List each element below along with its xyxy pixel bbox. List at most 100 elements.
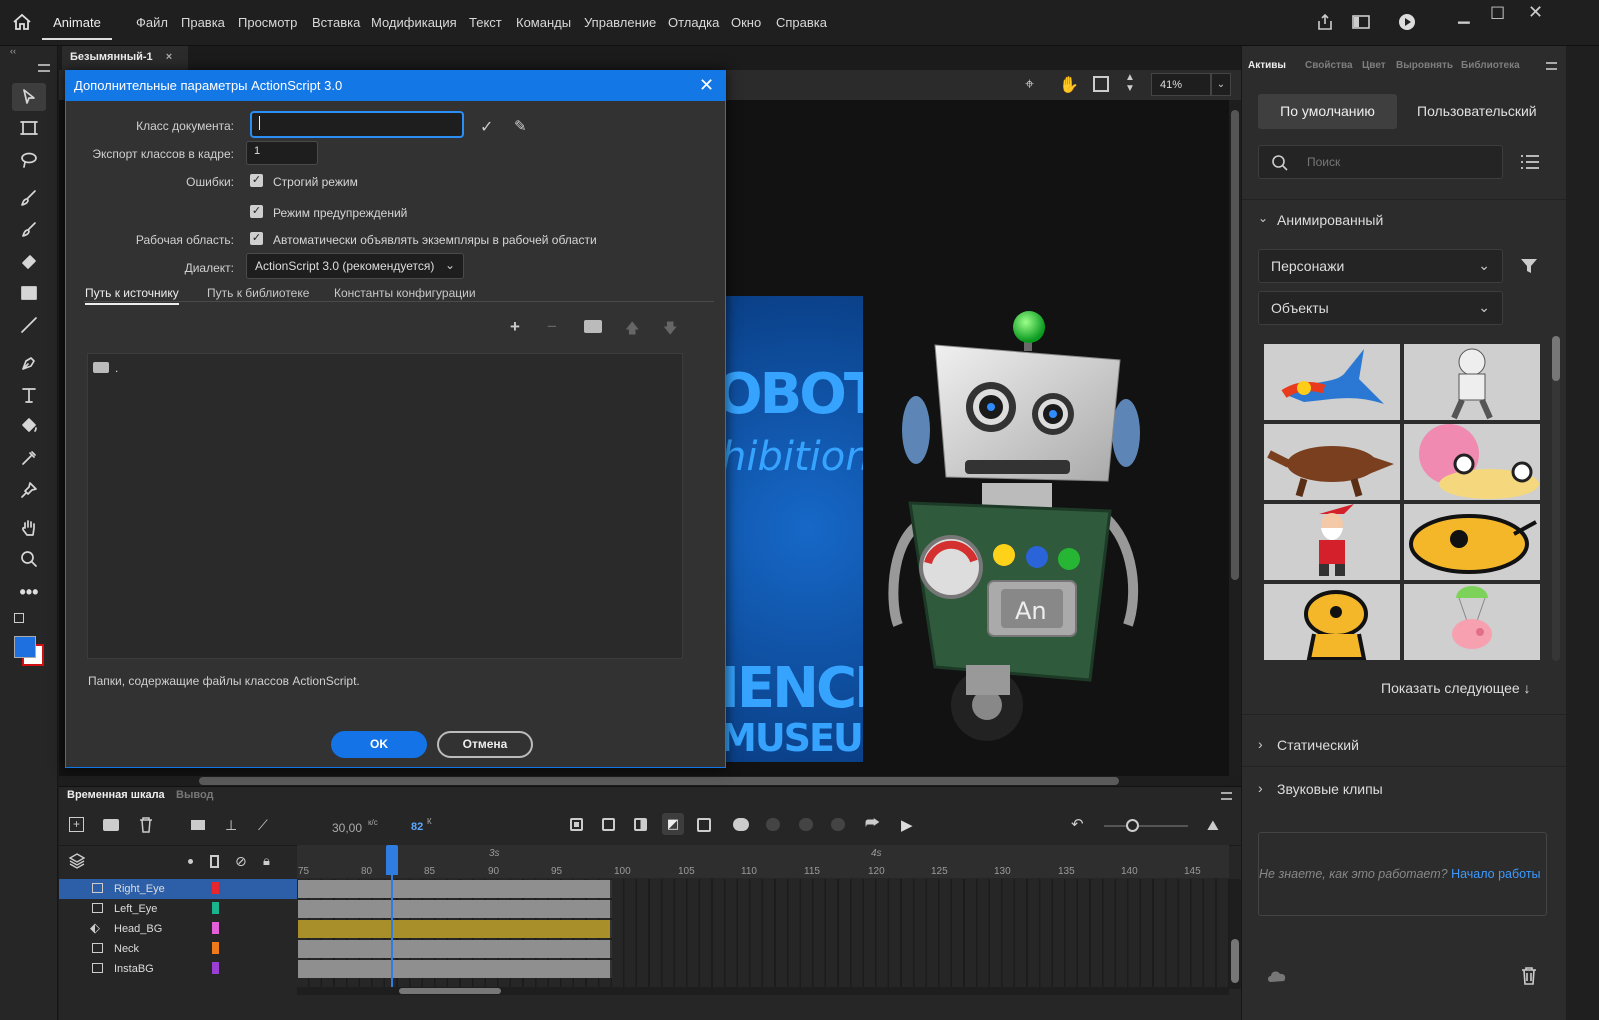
- asset-thumb-pig-parachute[interactable]: [1404, 584, 1540, 660]
- sound-chevron-right-icon[interactable]: ›: [1258, 780, 1263, 796]
- camera-icon[interactable]: [191, 820, 205, 830]
- asset-thumb-parrot[interactable]: [1264, 344, 1400, 420]
- layer-color-swatch[interactable]: [212, 902, 219, 914]
- section-animated[interactable]: Анимированный: [1277, 212, 1383, 228]
- brush-tool-icon[interactable]: [12, 216, 46, 244]
- menu-help[interactable]: Справка: [776, 15, 827, 30]
- menu-text[interactable]: Текст: [469, 15, 502, 30]
- dialog-close-icon[interactable]: ✕: [699, 75, 714, 96]
- workspace-icon[interactable]: [1352, 14, 1370, 33]
- hide-eye-icon[interactable]: ⊘: [235, 853, 247, 870]
- auto-keyframe-icon[interactable]: ◩: [662, 813, 684, 835]
- layer-row-instabg[interactable]: InstaBG: [59, 959, 297, 979]
- layer-color-swatch[interactable]: [212, 942, 219, 954]
- move-up-icon[interactable]: 🡅: [625, 318, 639, 342]
- browse-folder-icon[interactable]: [584, 320, 602, 333]
- getting-started-link[interactable]: Начало работы: [1451, 867, 1540, 881]
- menu-commands[interactable]: Команды: [516, 15, 571, 30]
- assets-search-input[interactable]: Поиск: [1258, 145, 1503, 179]
- tab-source-path[interactable]: Путь к источнику: [85, 286, 179, 305]
- assets-scrollbar[interactable]: [1552, 336, 1560, 661]
- delete-layer-icon[interactable]: [139, 817, 153, 836]
- warnings-mode-checkbox[interactable]: ✓: [250, 205, 263, 218]
- lock-icon[interactable]: 🔒︎: [263, 853, 270, 869]
- current-frame[interactable]: 82: [411, 821, 423, 833]
- timeline-hscrollbar[interactable]: [297, 987, 1229, 995]
- cloud-upload-icon[interactable]: [1266, 968, 1288, 987]
- menu-edit[interactable]: Правка: [181, 15, 225, 30]
- blank-keyframe-icon[interactable]: [602, 818, 615, 831]
- frame-span[interactable]: [298, 960, 612, 978]
- mode-default-button[interactable]: По умолчанию: [1258, 94, 1397, 129]
- maximize-icon[interactable]: ☐: [1490, 4, 1505, 24]
- tab-assets[interactable]: Активы: [1248, 60, 1286, 71]
- frame-icon[interactable]: [634, 818, 647, 831]
- loop-icon[interactable]: ⮫: [865, 815, 880, 833]
- new-layer-icon[interactable]: +: [69, 817, 84, 832]
- minimize-icon[interactable]: ▁: [1458, 6, 1470, 24]
- tab-library[interactable]: Библиотека: [1461, 60, 1520, 71]
- asset-thumb-santa[interactable]: [1264, 504, 1400, 580]
- menu-insert[interactable]: Вставка: [312, 15, 360, 30]
- timeline-menu-icon[interactable]: [1221, 792, 1232, 800]
- snap-icon[interactable]: ⌖: [1025, 76, 1034, 94]
- layer-name[interactable]: Head_BG: [114, 923, 162, 935]
- selection-tool-icon[interactable]: [12, 83, 46, 111]
- zoom-dropdown-chevron-icon[interactable]: ⌄: [1211, 73, 1231, 96]
- validate-checkmark-icon[interactable]: ✓: [480, 117, 493, 137]
- tab-timeline[interactable]: Временная шкала: [67, 789, 165, 801]
- timeline-vscrollbar[interactable]: [1229, 879, 1241, 989]
- zoom-slider[interactable]: [1104, 819, 1188, 832]
- layer-row-neck[interactable]: Neck: [59, 939, 297, 959]
- show-more-link[interactable]: Показать следующее ↓: [1381, 680, 1531, 696]
- collapse-chevron-icon[interactable]: ‹‹: [10, 46, 16, 56]
- asset-thumb-dog-sitting[interactable]: [1264, 584, 1400, 660]
- frame-ruler[interactable]: [297, 845, 1229, 878]
- rotate-stage-icon[interactable]: ✋: [1059, 75, 1079, 95]
- section-static[interactable]: Статический: [1277, 737, 1359, 753]
- close-tab-icon[interactable]: ×: [166, 51, 172, 63]
- center-stage-icon[interactable]: ▲ ▼: [1125, 72, 1135, 94]
- zoom-field[interactable]: 41%: [1151, 73, 1211, 96]
- document-tab[interactable]: Безымянный-1 ×: [62, 46, 188, 70]
- close-window-icon[interactable]: ✕: [1528, 2, 1543, 23]
- tab-align[interactable]: Выровнять: [1396, 60, 1453, 71]
- clip-stage-icon[interactable]: [1093, 76, 1109, 92]
- frame-span[interactable]: [298, 900, 612, 918]
- layer-name[interactable]: Left_Eye: [114, 903, 157, 915]
- asset-thumb-mummy[interactable]: [1404, 344, 1540, 420]
- stage-hscroll-thumb[interactable]: [199, 777, 1119, 785]
- robot-illustration[interactable]: An: [880, 305, 1150, 745]
- line-tool-icon[interactable]: [12, 311, 46, 339]
- hand-tool-icon[interactable]: [12, 514, 46, 542]
- export-frame-input[interactable]: 1: [246, 141, 318, 165]
- static-chevron-right-icon[interactable]: ›: [1258, 736, 1263, 752]
- add-path-icon[interactable]: +: [510, 317, 520, 337]
- section-sound-clips[interactable]: Звуковые клипы: [1277, 781, 1383, 797]
- menu-window[interactable]: Окно: [731, 15, 761, 30]
- rectangle-tool-icon[interactable]: [12, 279, 46, 307]
- test-movie-icon[interactable]: [1398, 13, 1416, 34]
- timeline-hscroll-thumb[interactable]: [399, 988, 501, 994]
- layer-row-right-eye[interactable]: Right_Eye: [59, 879, 297, 899]
- lasso-tool-icon[interactable]: [12, 146, 46, 174]
- asset-thumb-dog-running[interactable]: [1404, 504, 1540, 580]
- tab-config-constants[interactable]: Константы конфигурации: [334, 286, 476, 300]
- highlight-dot-icon[interactable]: [188, 859, 193, 864]
- panel-options-icon[interactable]: [1546, 62, 1557, 70]
- share-icon[interactable]: [1316, 13, 1334, 34]
- remove-frame-icon[interactable]: [697, 818, 711, 832]
- layer-name[interactable]: Neck: [114, 943, 139, 955]
- mode-custom-button[interactable]: Пользовательский: [1417, 103, 1537, 119]
- asset-thumb-snail[interactable]: [1404, 424, 1540, 500]
- frame-span[interactable]: [298, 940, 612, 958]
- graph-icon[interactable]: ⟋: [258, 817, 268, 834]
- pen-tool-icon[interactable]: [12, 349, 46, 377]
- asset-thumb-wolf[interactable]: [1264, 424, 1400, 500]
- menu-control[interactable]: Управление: [584, 15, 656, 30]
- right-edge-scrollbar[interactable]: [1566, 46, 1599, 1020]
- edit-pencil-icon[interactable]: ✎: [514, 117, 527, 135]
- play-icon[interactable]: ▶: [901, 816, 913, 834]
- menu-modify[interactable]: Модификация: [371, 15, 457, 30]
- characters-dropdown[interactable]: Персонажи ⌄: [1258, 249, 1503, 283]
